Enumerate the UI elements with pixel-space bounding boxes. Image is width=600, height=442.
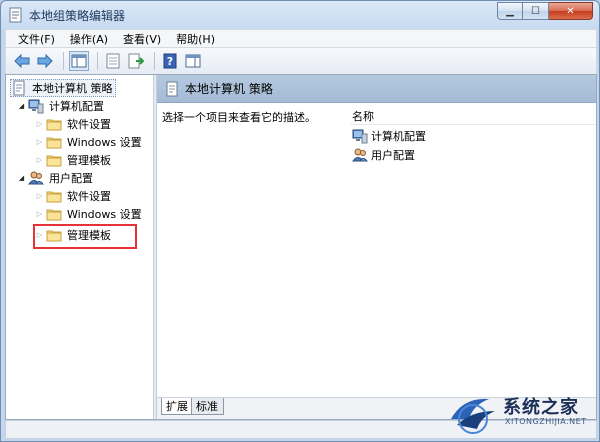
folder-icon: [46, 209, 62, 221]
show-hide-tree-button[interactable]: [69, 51, 89, 71]
tab-extended[interactable]: 扩展: [161, 398, 194, 415]
expand-down-icon[interactable]: ◢: [17, 102, 26, 111]
properties-icon: [106, 53, 120, 69]
details-header: 本地计算机 策略: [157, 75, 596, 103]
help-button[interactable]: ?: [160, 51, 180, 71]
expand-right-icon[interactable]: ▷: [35, 192, 44, 201]
export-list-icon: [128, 53, 144, 69]
tree-node-label: 软件设置: [67, 190, 111, 203]
help-icon: ?: [163, 53, 177, 69]
forward-button[interactable]: [35, 51, 55, 71]
menu-bar: 文件(F) 操作(A) 查看(V) 帮助(H): [5, 29, 597, 48]
close-button[interactable]: ✕: [549, 2, 593, 20]
expand-down-icon[interactable]: ◢: [17, 174, 26, 183]
annotation-highlight-box: [33, 224, 137, 249]
tree-node-computer-admin-templates[interactable]: ▷ 管理模板: [35, 151, 113, 169]
folder-icon: [46, 155, 62, 167]
tree-node-computer-windows[interactable]: ▷ Windows 设置: [35, 133, 144, 151]
svg-text:?: ?: [167, 55, 173, 68]
action-pane-icon: [185, 54, 201, 68]
site-watermark: 系统之家 XITONGZHIJIA.NET: [441, 385, 599, 441]
column-header-name[interactable]: 名称: [350, 107, 596, 125]
minimize-button[interactable]: ▁: [497, 2, 523, 20]
folder-icon: [46, 137, 62, 149]
tree-node-label: 用户配置: [49, 172, 93, 185]
forward-arrow-icon: [37, 54, 53, 68]
details-header-title: 本地计算机 策略: [185, 82, 273, 96]
expand-right-icon[interactable]: ▷: [35, 156, 44, 165]
tree-node-label: 计算机配置: [49, 100, 104, 113]
tree-node-root[interactable]: 本地计算机 策略: [10, 79, 116, 97]
back-button[interactable]: [12, 51, 32, 71]
description-text: 选择一个项目来查看它的描述。: [162, 111, 316, 124]
app-window: 本地组策略编辑器 ▁ ☐ ✕ 文件(F) 操作(A) 查看(V) 帮助(H) ?…: [0, 0, 600, 442]
computer-icon: [352, 129, 368, 144]
users-icon: [28, 171, 44, 185]
policy-document-icon: [166, 81, 178, 96]
properties-button[interactable]: [103, 51, 123, 71]
watermark-logo-icon: [451, 398, 495, 434]
tree-node-label: Windows 设置: [67, 208, 142, 221]
watermark-subtext: XITONGZHIJIA.NET: [505, 417, 587, 426]
tree-node-label: Windows 设置: [67, 136, 142, 149]
maximize-button[interactable]: ☐: [523, 2, 549, 20]
toolbar-separator: [97, 52, 98, 70]
toolbar: ?: [5, 48, 597, 74]
back-arrow-icon: [14, 54, 30, 68]
tree-node-user-windows[interactable]: ▷ Windows 设置: [35, 205, 144, 223]
show-hide-action-pane-button[interactable]: [183, 51, 203, 71]
list-item-label: 用户配置: [371, 149, 415, 162]
toolbar-separator: [63, 52, 64, 70]
tree-node-label: 软件设置: [67, 118, 111, 131]
export-list-button[interactable]: [126, 51, 146, 71]
list-item-label: 计算机配置: [371, 130, 426, 143]
title-bar: 本地组策略编辑器 ▁ ☐ ✕: [1, 1, 599, 29]
minimize-icon: ▁: [506, 5, 514, 17]
window-title: 本地组策略编辑器: [29, 9, 126, 23]
close-icon: ✕: [566, 5, 575, 17]
menu-help[interactable]: 帮助(H): [170, 31, 224, 47]
main-area: 本地计算机 策略 ◢ 计算机配置 ▷ 软件设置 ▷ Windows 设置 ▷ 管: [5, 74, 597, 420]
details-pane: 本地计算机 策略 选择一个项目来查看它的描述。 名称 计算机配置 用户配置 扩展…: [157, 75, 596, 419]
menu-file[interactable]: 文件(F): [12, 31, 64, 47]
list-item[interactable]: 计算机配置: [352, 127, 426, 145]
toolbar-separator: [154, 52, 155, 70]
item-list: 名称 计算机配置 用户配置: [350, 103, 596, 393]
tree-node-computer-config[interactable]: ◢ 计算机配置: [17, 97, 106, 115]
users-icon: [352, 148, 368, 162]
menu-action[interactable]: 操作(A): [64, 31, 117, 47]
watermark-text: 系统之家: [503, 397, 579, 418]
expand-right-icon[interactable]: ▷: [35, 120, 44, 129]
menu-view[interactable]: 查看(V): [117, 31, 170, 47]
expand-right-icon[interactable]: ▷: [35, 210, 44, 219]
console-tree-icon: [71, 54, 87, 68]
tree-node-user-software[interactable]: ▷ 软件设置: [35, 187, 113, 205]
computer-icon: [28, 99, 44, 114]
tree-node-user-config[interactable]: ◢ 用户配置: [17, 169, 95, 187]
policy-editor-icon: [9, 7, 22, 23]
expand-right-icon[interactable]: ▷: [35, 138, 44, 147]
console-tree: 本地计算机 策略 ◢ 计算机配置 ▷ 软件设置 ▷ Windows 设置 ▷ 管: [6, 75, 153, 419]
tree-node-computer-software[interactable]: ▷ 软件设置: [35, 115, 113, 133]
maximize-icon: ☐: [531, 5, 540, 17]
tree-node-label: 本地计算机 策略: [32, 82, 113, 95]
policy-document-icon: [13, 80, 25, 96]
caption-buttons: ▁ ☐ ✕: [497, 2, 593, 20]
folder-icon: [46, 119, 62, 131]
tree-node-label: 管理模板: [67, 154, 111, 167]
tab-standard[interactable]: 标准: [191, 398, 224, 415]
folder-icon: [46, 191, 62, 203]
list-item[interactable]: 用户配置: [352, 146, 415, 164]
